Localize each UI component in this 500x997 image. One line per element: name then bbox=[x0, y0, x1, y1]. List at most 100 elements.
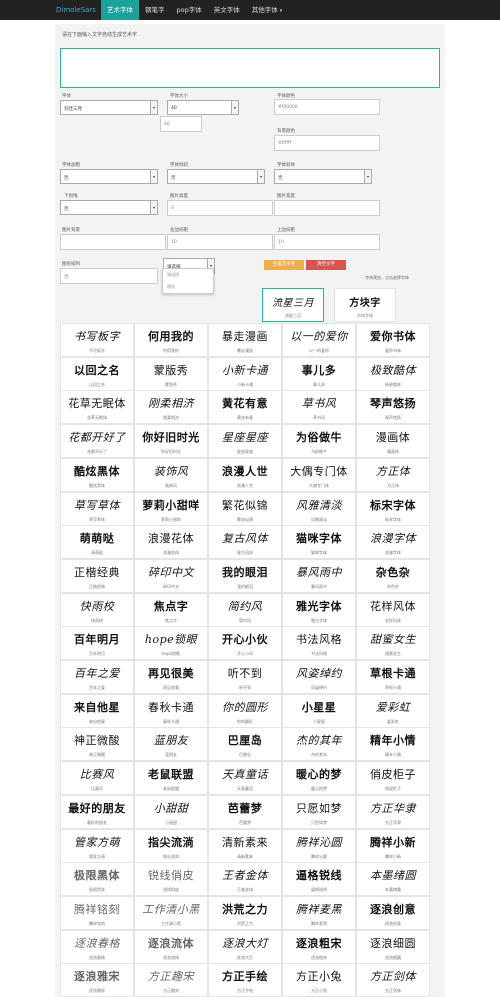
font-option-card[interactable]: 百年明月 百年明月 bbox=[60, 626, 134, 661]
font-option-card[interactable]: 芭蕾梦 芭蕾梦 bbox=[208, 794, 282, 829]
underline-select[interactable]: 否 ▾ bbox=[274, 169, 372, 184]
font-option-card[interactable]: 草写草体 草写草体 bbox=[60, 491, 134, 526]
font-option-card[interactable]: 精年小情 精年小情 bbox=[356, 727, 430, 762]
dropdown-option[interactable]: 请选择 bbox=[163, 269, 213, 281]
nav-item-pen-fonts[interactable]: 钢笔字 bbox=[139, 0, 171, 20]
text-input[interactable] bbox=[60, 48, 440, 88]
font-option-card[interactable]: 风姿绰约 风姿绰约 bbox=[282, 660, 356, 694]
font-option-card[interactable]: 花都开好了 花都开好了 bbox=[60, 424, 134, 459]
font-option-card[interactable]: 浪漫花体 浪漫花体 bbox=[134, 525, 208, 560]
font-option-card[interactable]: 暴走漫画 暴走漫画 bbox=[208, 323, 282, 357]
font-option-card[interactable]: 逐浪创意 逐浪创意 bbox=[356, 895, 430, 930]
font-option-card[interactable]: 蒙版秀 蒙版秀 bbox=[134, 356, 208, 391]
font-option-card[interactable]: 浪漫人世 浪漫人世 bbox=[208, 457, 282, 492]
font-option-card[interactable]: 清新素来 清新素来 bbox=[208, 828, 282, 863]
font-option-card[interactable]: 以一的爱你 以一的爱你 bbox=[282, 323, 356, 357]
font-option-card[interactable]: 浪漫字体 浪漫字体 bbox=[356, 525, 430, 560]
font-option-card[interactable]: 逐浪细圆 逐浪细圆 bbox=[356, 929, 430, 964]
left-margin-input[interactable]: 10 bbox=[167, 234, 273, 250]
font-option-card[interactable]: 再见很美 再见很美 bbox=[134, 660, 208, 694]
font-option-card[interactable]: 来自他星 来自他星 bbox=[60, 693, 134, 728]
bg-color-input[interactable]: #ffffff bbox=[274, 135, 380, 151]
font-option-card[interactable]: 只愿如梦 只愿如梦 bbox=[282, 794, 356, 829]
font-option-card[interactable]: 方正华隶 方正华隶 bbox=[356, 794, 430, 829]
font-option-card[interactable]: 开心小伙 开心小伙 bbox=[208, 626, 282, 661]
font-option-card[interactable]: 事儿多 事儿多 bbox=[282, 356, 356, 391]
layout-input[interactable]: 否 bbox=[60, 268, 158, 284]
font-option-card[interactable]: 花样风体 花样风体 bbox=[356, 592, 430, 627]
font-option-card[interactable]: 王者金体 王者金体 bbox=[208, 862, 282, 897]
font-option-card[interactable]: 逐浪雅宋 逐浪雅宋 bbox=[60, 963, 134, 997]
image-height-input[interactable]: 0 bbox=[167, 200, 273, 216]
font-option-card[interactable]: 你的圆形 你的圆形 bbox=[208, 693, 282, 728]
font-option-card[interactable]: 正楷经典 正楷经典 bbox=[60, 558, 134, 593]
font-option-card[interactable]: 方正体 方正体 bbox=[356, 457, 430, 492]
font-option-card[interactable]: 暴风雨中 暴风雨中 bbox=[282, 558, 356, 593]
font-option-card[interactable]: 琴声悠扬 琴声悠扬 bbox=[356, 390, 430, 425]
font-option-card[interactable]: 春秋卡通 春秋卡通 bbox=[134, 693, 208, 728]
font-option-card[interactable]: 繁花似锦 繁花似锦 bbox=[208, 491, 282, 526]
image-width-input[interactable] bbox=[274, 200, 380, 216]
text-color-input[interactable]: #f00000 bbox=[274, 99, 380, 115]
font-option-card[interactable]: 逐浪大灯 逐浪大灯 bbox=[208, 929, 282, 964]
dropdown-option[interactable]: 横排 bbox=[163, 281, 213, 293]
font-option-card[interactable]: 极限黑体 极限黑体 bbox=[60, 862, 134, 897]
font-option-card[interactable]: 猫咪字体 猫咪字体 bbox=[282, 525, 356, 560]
font-option-card[interactable]: 百年之爱 百年之爱 bbox=[60, 660, 134, 694]
size-input[interactable]: 40 bbox=[160, 116, 202, 132]
font-option-card[interactable]: 小星星 小星星 bbox=[282, 693, 356, 728]
font-option-card[interactable]: 逼格锐线 逼格锐线 bbox=[282, 862, 356, 897]
font-option-card[interactable]: 逐浪春格 逐浪春格 bbox=[60, 929, 134, 964]
font-option-card[interactable]: 萝莉小甜咩 萝莉小甜咩 bbox=[134, 491, 208, 526]
font-option-card[interactable]: 何用我的 何用我的 bbox=[134, 323, 208, 357]
font-option-card[interactable]: 我的眼泪 我的眼泪 bbox=[208, 558, 282, 593]
font-option-card[interactable]: 方正趣宋 方正趣宋 bbox=[134, 963, 208, 997]
font-option-card[interactable]: 锐线俏皮 锐线俏皮 bbox=[134, 862, 208, 897]
brand-logo[interactable]: DimoleSars bbox=[0, 0, 101, 20]
font-option-card[interactable]: 小甜甜 小甜甜 bbox=[134, 794, 208, 829]
font-option-card[interactable]: 逐浪流体 逐浪流体 bbox=[134, 929, 208, 964]
font-option-card[interactable]: 甜蜜女生 甜蜜女生 bbox=[356, 626, 430, 661]
font-option-card[interactable]: 巴厘岛 巴厘岛 bbox=[208, 727, 282, 762]
bold-select[interactable]: 否 ▾ bbox=[60, 169, 158, 184]
font-option-card[interactable]: 本墨绪圆 本墨绪圆 bbox=[356, 862, 430, 897]
bg-image-input[interactable] bbox=[60, 234, 166, 250]
font-option-card[interactable]: 焦点字 焦点字 bbox=[134, 592, 208, 627]
font-option-card[interactable]: 酷炫黑体 酷炫黑体 bbox=[60, 457, 134, 492]
font-option-card[interactable]: hope锁眼 hope锁眼 bbox=[134, 626, 208, 661]
shadow-select[interactable]: 否 ▾ bbox=[60, 200, 158, 215]
font-option-card[interactable]: 蓝朋友 蓝朋友 bbox=[134, 727, 208, 762]
top-margin-input[interactable]: 10 bbox=[274, 234, 380, 250]
font-option-card[interactable]: 方正剑体 方正剑体 bbox=[356, 963, 430, 997]
font-option-card[interactable]: 极致酷体 极致酷体 bbox=[356, 356, 430, 391]
font-option-card[interactable]: 逐浪粗宋 逐浪粗宋 bbox=[282, 929, 356, 964]
font-option-card[interactable]: 听不到 听不到 bbox=[208, 660, 282, 694]
font-option-card[interactable]: 雅光字体 雅光字体 bbox=[282, 592, 356, 627]
font-option-card[interactable]: 暖心的梦 暖心的梦 bbox=[282, 761, 356, 796]
font-option-card[interactable]: 爱彩虹 爱彩虹 bbox=[356, 693, 430, 728]
font-option-card[interactable]: 大偶专门体 大偶专门体 bbox=[282, 457, 356, 492]
font-option-card[interactable]: 书写板字 书写板字 bbox=[60, 323, 134, 357]
font-option-card[interactable]: 你好旧时光 你好旧时光 bbox=[134, 424, 208, 459]
font-option-card[interactable]: 天真童话 天真童话 bbox=[208, 761, 282, 796]
featured-font-card[interactable]: 方块字 方块字体 bbox=[334, 288, 396, 322]
font-option-card[interactable]: 俏皮柜子 俏皮柜子 bbox=[356, 761, 430, 796]
font-option-card[interactable]: 神正微酸 神正微酸 bbox=[60, 727, 134, 762]
font-option-card[interactable]: 腾祥铭刻 腾祥铭刻 bbox=[60, 895, 134, 930]
font-option-card[interactable]: 碎印中文 碎印中文 bbox=[134, 558, 208, 593]
font-option-card[interactable]: 老鼠联盟 老鼠联盟 bbox=[134, 761, 208, 796]
font-option-card[interactable]: 方正小兔 方正小兔 bbox=[282, 963, 356, 997]
font-option-card[interactable]: 最好的朋友 最好的朋友 bbox=[60, 794, 134, 829]
font-option-card[interactable]: 指尖流淌 指尖流淌 bbox=[134, 828, 208, 863]
nav-item-pop-fonts[interactable]: pop字体 bbox=[171, 0, 208, 20]
featured-font-card[interactable]: 流星三月 流星三月 bbox=[262, 288, 324, 322]
font-option-card[interactable]: 风雅清淡 风雅清淡 bbox=[282, 491, 356, 526]
font-option-card[interactable]: 洪荒之力 洪荒之力 bbox=[208, 895, 282, 930]
font-option-card[interactable]: 小新卡通 小新卡通 bbox=[208, 356, 282, 391]
font-option-card[interactable]: 漫画体 漫画体 bbox=[356, 424, 430, 459]
font-option-card[interactable]: 复古风体 复古风体 bbox=[208, 525, 282, 560]
font-option-card[interactable]: 为俗做牛 为俗做牛 bbox=[282, 424, 356, 459]
font-option-card[interactable]: 腾祥小新 腾祥小新 bbox=[356, 828, 430, 863]
reset-button[interactable]: 清空文字 bbox=[306, 260, 346, 270]
font-option-card[interactable]: 以回之名 以回之名 bbox=[60, 356, 134, 391]
